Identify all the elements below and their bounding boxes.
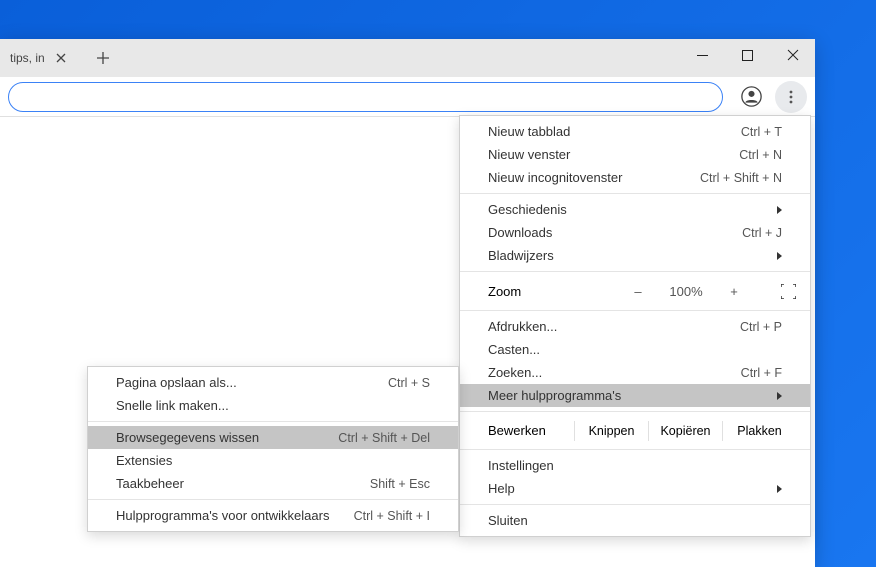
title-bar: tips, in bbox=[0, 39, 815, 77]
menu-item-task-manager[interactable]: Taakbeheer Shift + Esc bbox=[88, 472, 458, 495]
tab-title: tips, in bbox=[10, 51, 45, 65]
copy-button[interactable]: Kopiëren bbox=[648, 421, 722, 441]
address-bar[interactable] bbox=[8, 82, 723, 112]
menu-item-label: Meer hulpprogramma's bbox=[488, 388, 777, 403]
menu-item-new-window[interactable]: Nieuw venster Ctrl + N bbox=[460, 143, 810, 166]
chevron-right-icon bbox=[777, 485, 782, 493]
menu-item-label: Instellingen bbox=[488, 458, 782, 473]
chevron-right-icon bbox=[777, 392, 782, 400]
menu-item-help[interactable]: Help bbox=[460, 477, 810, 500]
menu-section: Geschiedenis Downloads Ctrl + J Bladwijz… bbox=[460, 194, 810, 272]
menu-item-label: Zoeken... bbox=[488, 365, 741, 380]
menu-item-print[interactable]: Afdrukken... Ctrl + P bbox=[460, 315, 810, 338]
toolbar-icons bbox=[735, 81, 807, 113]
menu-item-label: Geschiedenis bbox=[488, 202, 777, 217]
menu-item-save-page[interactable]: Pagina opslaan als... Ctrl + S bbox=[88, 371, 458, 394]
main-menu: Nieuw tabblad Ctrl + T Nieuw venster Ctr… bbox=[459, 115, 811, 537]
close-window-button[interactable] bbox=[770, 39, 815, 71]
menu-item-label: Extensies bbox=[116, 453, 430, 468]
menu-item-label: Afdrukken... bbox=[488, 319, 740, 334]
kebab-menu-icon[interactable] bbox=[775, 81, 807, 113]
menu-item-label: Casten... bbox=[488, 342, 782, 357]
menu-shortcut: Ctrl + Shift + N bbox=[700, 171, 782, 185]
menu-item-settings[interactable]: Instellingen bbox=[460, 454, 810, 477]
menu-item-dev-tools[interactable]: Hulpprogramma's voor ontwikkelaars Ctrl … bbox=[88, 504, 458, 527]
menu-item-create-shortcut[interactable]: Snelle link maken... bbox=[88, 394, 458, 417]
edit-buttons: Knippen Kopiëren Plakken bbox=[574, 421, 796, 441]
menu-shortcut: Ctrl + Shift + I bbox=[354, 509, 430, 523]
cut-button[interactable]: Knippen bbox=[574, 421, 648, 441]
fullscreen-icon[interactable] bbox=[780, 283, 796, 299]
chevron-right-icon bbox=[777, 252, 782, 260]
menu-item-find[interactable]: Zoeken... Ctrl + F bbox=[460, 361, 810, 384]
menu-item-label: Help bbox=[488, 481, 777, 496]
zoom-row: Zoom – 100% + bbox=[460, 276, 810, 306]
menu-section-edit: Bewerken Knippen Kopiëren Plakken bbox=[460, 412, 810, 450]
menu-item-incognito[interactable]: Nieuw incognitovenster Ctrl + Shift + N bbox=[460, 166, 810, 189]
more-tools-submenu: Pagina opslaan als... Ctrl + S Snelle li… bbox=[87, 366, 459, 532]
menu-shortcut: Ctrl + J bbox=[742, 226, 782, 240]
menu-item-history[interactable]: Geschiedenis bbox=[460, 198, 810, 221]
menu-item-extensions[interactable]: Extensies bbox=[88, 449, 458, 472]
menu-section: Pagina opslaan als... Ctrl + S Snelle li… bbox=[88, 367, 458, 422]
menu-shortcut: Ctrl + N bbox=[739, 148, 782, 162]
menu-shortcut: Ctrl + F bbox=[741, 366, 782, 380]
menu-shortcut: Ctrl + T bbox=[741, 125, 782, 139]
menu-item-exit[interactable]: Sluiten bbox=[460, 509, 810, 532]
zoom-decrease-button[interactable]: – bbox=[628, 284, 648, 299]
window-controls bbox=[680, 39, 815, 71]
profile-icon[interactable] bbox=[735, 81, 767, 113]
menu-item-more-tools[interactable]: Meer hulpprogramma's bbox=[460, 384, 810, 407]
menu-item-label: Bladwijzers bbox=[488, 248, 777, 263]
menu-shortcut: Ctrl + S bbox=[388, 376, 430, 390]
menu-item-label: Nieuw tabblad bbox=[488, 124, 741, 139]
menu-item-cast[interactable]: Casten... bbox=[460, 338, 810, 361]
menu-item-label: Taakbeheer bbox=[116, 476, 370, 491]
edit-row: Bewerken Knippen Kopiëren Plakken bbox=[460, 416, 810, 445]
toolbar bbox=[0, 77, 815, 117]
zoom-controls: – 100% + bbox=[628, 283, 796, 299]
maximize-button[interactable] bbox=[725, 39, 770, 71]
menu-section: Hulpprogramma's voor ontwikkelaars Ctrl … bbox=[88, 500, 458, 531]
menu-shortcut: Ctrl + Shift + Del bbox=[338, 431, 430, 445]
new-tab-button[interactable] bbox=[89, 44, 117, 72]
zoom-label: Zoom bbox=[488, 284, 628, 299]
edit-label: Bewerken bbox=[488, 423, 574, 438]
menu-item-downloads[interactable]: Downloads Ctrl + J bbox=[460, 221, 810, 244]
menu-item-label: Pagina opslaan als... bbox=[116, 375, 388, 390]
menu-section: Instellingen Help bbox=[460, 450, 810, 505]
menu-item-bookmarks[interactable]: Bladwijzers bbox=[460, 244, 810, 267]
tab-strip: tips, in bbox=[0, 39, 117, 77]
menu-shortcut: Shift + Esc bbox=[370, 477, 430, 491]
menu-item-label: Nieuw incognitovenster bbox=[488, 170, 700, 185]
menu-item-label: Browsegegevens wissen bbox=[116, 430, 338, 445]
zoom-value: 100% bbox=[666, 284, 706, 299]
menu-section: Sluiten bbox=[460, 505, 810, 536]
minimize-button[interactable] bbox=[680, 39, 725, 71]
menu-section-zoom: Zoom – 100% + bbox=[460, 272, 810, 311]
menu-item-label: Sluiten bbox=[488, 513, 782, 528]
paste-button[interactable]: Plakken bbox=[722, 421, 796, 441]
menu-item-label: Downloads bbox=[488, 225, 742, 240]
chevron-right-icon bbox=[777, 206, 782, 214]
menu-section: Browsegegevens wissen Ctrl + Shift + Del… bbox=[88, 422, 458, 500]
menu-item-clear-browsing-data[interactable]: Browsegegevens wissen Ctrl + Shift + Del bbox=[88, 426, 458, 449]
menu-shortcut: Ctrl + P bbox=[740, 320, 782, 334]
zoom-increase-button[interactable]: + bbox=[724, 284, 744, 299]
menu-item-label: Snelle link maken... bbox=[116, 398, 430, 413]
browser-tab[interactable]: tips, in bbox=[2, 43, 77, 73]
menu-item-label: Nieuw venster bbox=[488, 147, 739, 162]
close-tab-icon[interactable] bbox=[53, 50, 69, 66]
menu-section: Afdrukken... Ctrl + P Casten... Zoeken..… bbox=[460, 311, 810, 412]
menu-item-new-tab[interactable]: Nieuw tabblad Ctrl + T bbox=[460, 120, 810, 143]
menu-item-label: Hulpprogramma's voor ontwikkelaars bbox=[116, 508, 354, 523]
menu-section: Nieuw tabblad Ctrl + T Nieuw venster Ctr… bbox=[460, 116, 810, 194]
